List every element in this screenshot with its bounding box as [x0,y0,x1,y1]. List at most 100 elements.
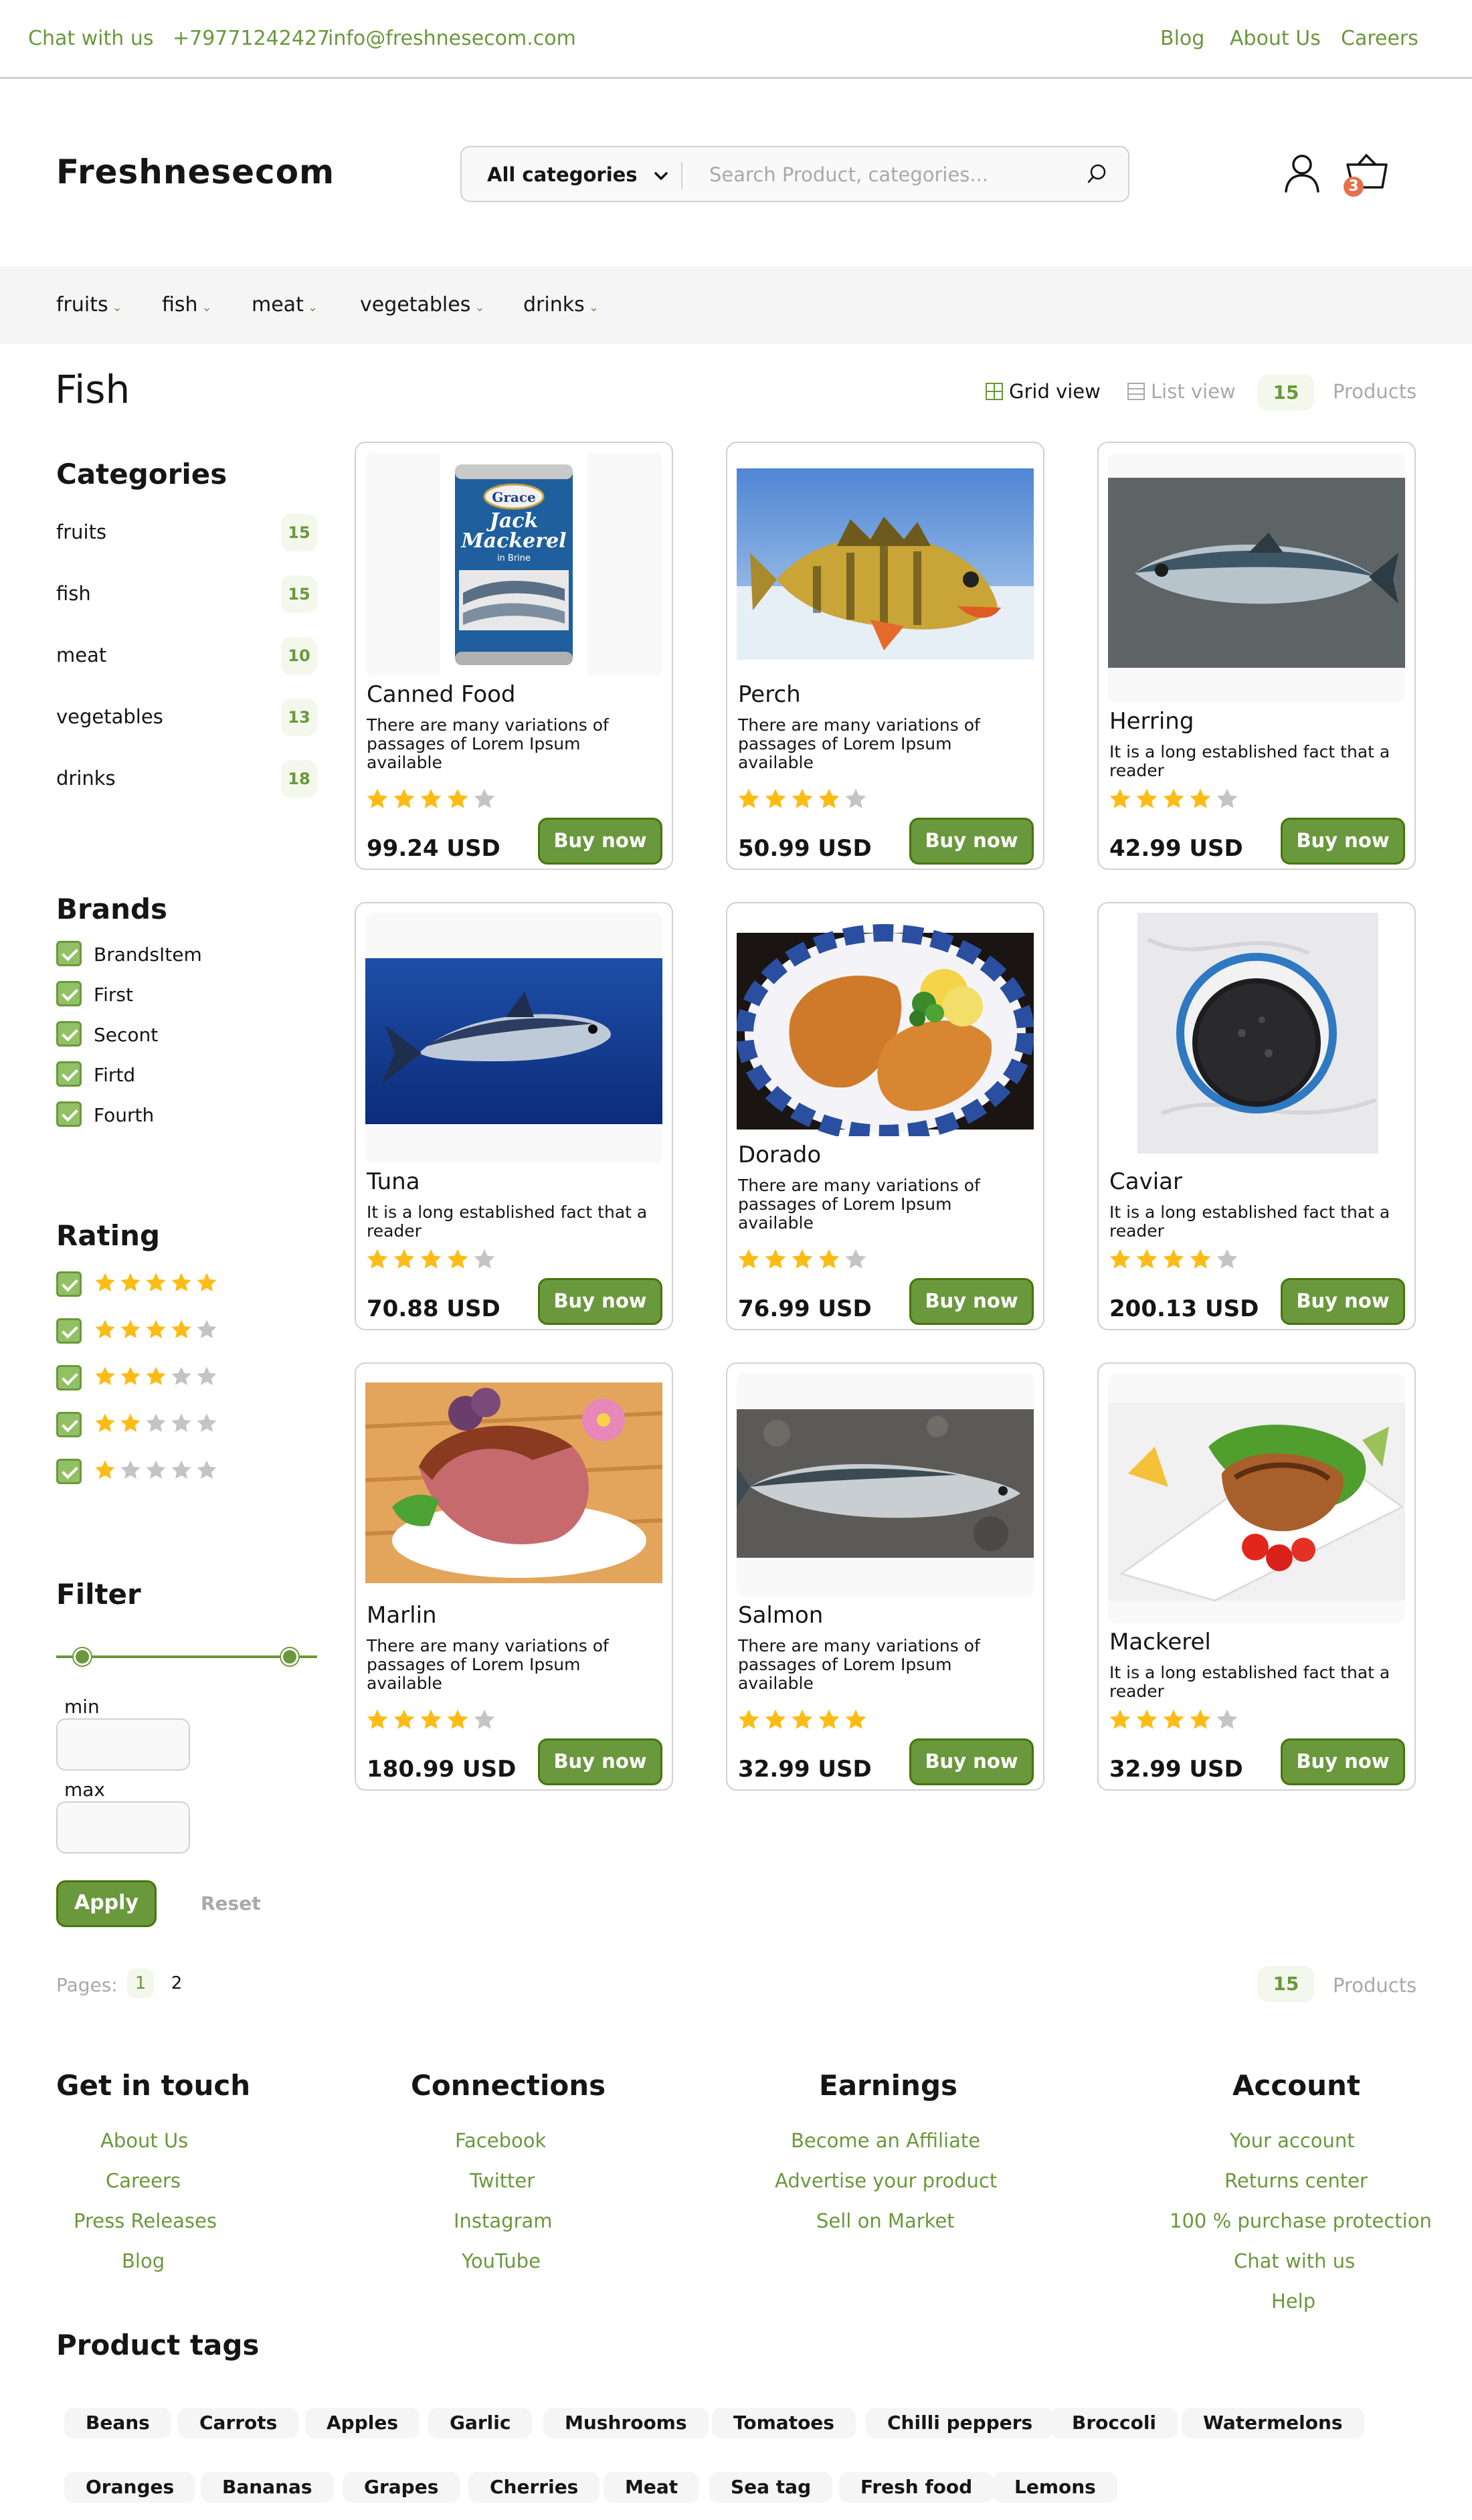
checkbox[interactable] [56,1459,82,1484]
chat-link[interactable]: Chat with us [28,27,153,50]
buy-now-button[interactable]: Buy now [538,1278,662,1325]
product-name[interactable]: Herring [1109,708,1194,735]
slider-min-handle[interactable] [74,1648,91,1666]
search-input[interactable]: Search Product, categories... [709,163,988,186]
product-tag[interactable]: Broccoli [1050,2408,1178,2438]
product-card[interactable]: Caviar It is a long established fact tha… [1097,902,1416,1330]
buy-now-button[interactable]: Buy now [909,1278,1034,1325]
footer-link[interactable]: Advertise your product [775,2169,997,2192]
buy-now-button[interactable]: Buy now [1281,1278,1405,1325]
max-price-input[interactable] [56,1801,190,1854]
blog-link[interactable]: Blog [1160,27,1204,50]
search-icon[interactable] [1085,162,1109,186]
checkbox[interactable] [56,1101,82,1127]
footer-link[interactable]: YouTube [462,2250,541,2272]
product-tag[interactable]: Oranges [64,2472,196,2503]
footer-link[interactable]: Returns center [1224,2169,1368,2192]
product-name[interactable]: Perch [738,681,801,708]
footer-link[interactable]: Become an Affiliate [791,2129,980,2152]
checkbox[interactable] [56,1061,82,1087]
checkbox[interactable] [56,1412,82,1437]
product-card[interactable]: Salmon There are many variations of pass… [726,1362,1044,1791]
product-name[interactable]: Salmon [738,1602,823,1629]
category-dropdown[interactable]: All categories [487,163,668,186]
list-view-toggle[interactable]: List view [1127,380,1236,403]
product-tag[interactable]: Watermelons [1182,2408,1364,2438]
careers-link[interactable]: Careers [1341,27,1418,50]
buy-now-button[interactable]: Buy now [538,818,662,865]
buy-now-button[interactable]: Buy now [909,818,1034,865]
email-link[interactable]: info@freshnesecom.com [328,27,576,50]
product-tag[interactable]: Sea tag [709,2472,833,2503]
product-card[interactable]: Herring It is a long established fact th… [1097,442,1416,870]
page-1-button[interactable]: 1 [127,1969,154,1998]
footer-link[interactable]: Press Releases [74,2210,217,2232]
product-image[interactable] [1108,1373,1405,1623]
product-image[interactable] [365,1373,662,1597]
product-image[interactable] [737,913,1034,1136]
product-tag[interactable]: Chilli peppers [866,2408,1054,2438]
logo[interactable]: Freshnesecom [56,153,335,191]
product-name[interactable]: Caviar [1109,1168,1182,1195]
product-name[interactable]: Mackerel [1109,1629,1211,1655]
product-tag[interactable]: Beans [64,2408,171,2438]
product-card[interactable]: Perch There are many variations of passa… [726,442,1044,870]
apply-button[interactable]: Apply [56,1880,157,1927]
product-image[interactable] [1108,452,1405,703]
footer-link[interactable]: Your account [1230,2129,1355,2152]
nav-item-vegetables[interactable]: vegetables ⌄ [360,293,484,317]
product-tag[interactable]: Fresh food [839,2472,994,2503]
footer-link[interactable]: Facebook [455,2129,546,2152]
buy-now-button[interactable]: Buy now [1281,1738,1405,1785]
nav-item-drinks[interactable]: drinks ⌄ [523,293,599,317]
footer-link[interactable]: Blog [122,2250,165,2272]
nav-item-fruits[interactable]: fruits ⌄ [56,293,122,317]
checkbox[interactable] [56,941,82,966]
category-item-drinks[interactable]: drinks 18 [56,760,317,798]
checkbox[interactable] [56,1271,82,1297]
footer-link[interactable]: 100 % purchase protection [1170,2210,1432,2232]
price-range-slider[interactable] [56,1655,317,1658]
product-image[interactable] [1108,913,1405,1154]
footer-link[interactable]: Sell on Market [816,2210,955,2232]
product-tag[interactable]: Grapes [343,2472,460,2503]
product-tag[interactable]: Meat [604,2472,700,2503]
nav-item-meat[interactable]: meat ⌄ [252,293,318,317]
product-tag[interactable]: Bananas [201,2472,334,2503]
product-name[interactable]: Tuna [367,1168,420,1195]
category-item-vegetables[interactable]: vegetables 13 [56,699,317,736]
min-price-input[interactable] [56,1718,190,1771]
phone-link[interactable]: +79771242427 [173,27,330,50]
slider-max-handle[interactable] [281,1648,298,1666]
category-item-meat[interactable]: meat 10 [56,637,317,674]
buy-now-button[interactable]: Buy now [1281,818,1405,865]
buy-now-button[interactable]: Buy now [909,1738,1034,1785]
grid-view-toggle[interactable]: Grid view [985,380,1101,403]
user-icon[interactable] [1282,153,1322,194]
checkbox[interactable] [56,1318,82,1344]
footer-link[interactable]: Twitter [470,2169,535,2192]
product-name[interactable]: Dorado [738,1142,821,1168]
product-card[interactable]: Dorado There are many variations of pass… [726,902,1044,1330]
product-tag[interactable]: Tomatoes [712,2408,856,2438]
product-tag[interactable]: Cherries [468,2472,600,2503]
product-image[interactable] [365,913,662,1163]
product-name[interactable]: Canned Food [367,681,516,708]
product-tag[interactable]: Apples [305,2408,420,2438]
product-name[interactable]: Marlin [367,1602,437,1629]
product-image[interactable] [737,452,1034,676]
product-tag[interactable]: Mushrooms [543,2408,709,2438]
checkbox[interactable] [56,1021,82,1047]
checkbox[interactable] [56,1365,82,1390]
product-tag[interactable]: Lemons [993,2472,1117,2503]
footer-link[interactable]: Instagram [454,2210,553,2232]
category-item-fish[interactable]: fish 15 [56,575,317,613]
product-image[interactable] [737,1373,1034,1597]
footer-link[interactable]: Chat with us [1234,2250,1355,2272]
product-card[interactable]: Tuna It is a long established fact that … [355,902,673,1330]
product-tag[interactable]: Carrots [178,2408,299,2438]
page-2-button[interactable]: 2 [163,1969,190,1998]
footer-link[interactable]: Help [1271,2290,1315,2313]
product-tag[interactable]: Garlic [428,2408,533,2438]
product-card[interactable]: Marlin There are many variations of pass… [355,1362,673,1791]
